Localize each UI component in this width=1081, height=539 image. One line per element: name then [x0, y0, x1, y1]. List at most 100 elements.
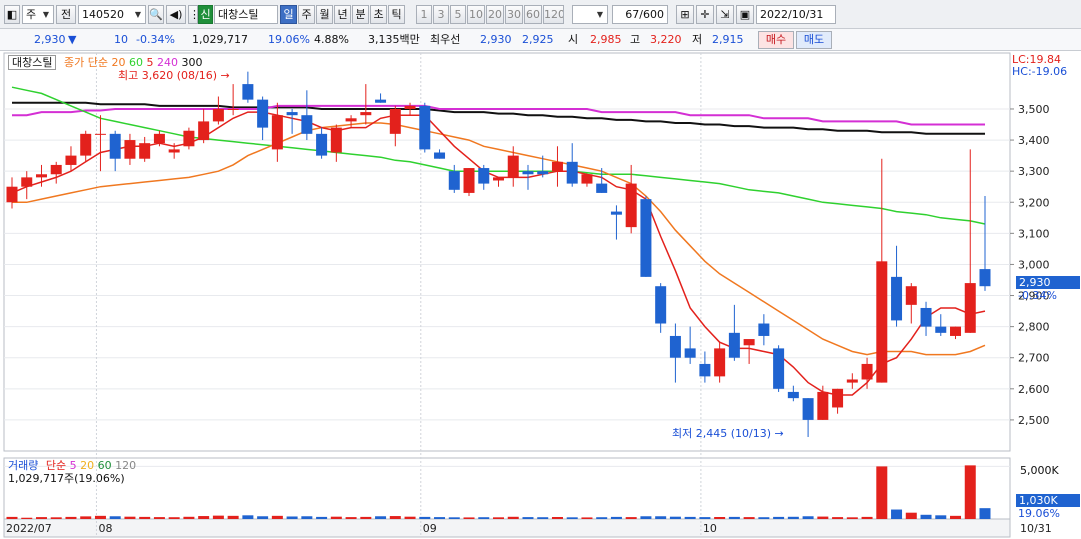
tab-2[interactable]: 월 [316, 5, 333, 24]
volume-bar [183, 516, 195, 519]
count-field[interactable]: 67/600 [612, 5, 668, 24]
quote-bar: 2,930 ▼ 10 -0.34% 1,029,717 19.06% 4.88%… [0, 29, 1081, 51]
tab-4[interactable]: 분 [352, 5, 369, 24]
candle-body [389, 108, 401, 134]
empty-select[interactable]: ▼ [572, 5, 608, 24]
tab-3[interactable]: 년 [334, 5, 351, 24]
stock-code-input[interactable]: 140520 ▼ [78, 5, 146, 24]
volume-bar [316, 516, 328, 519]
x-tick-label: 10 [703, 522, 717, 535]
interval-button-30[interactable]: 30 [505, 5, 523, 24]
volume-bar [212, 515, 224, 519]
tab-1[interactable]: 주 [298, 5, 315, 24]
candle-body [21, 177, 33, 187]
tab-6[interactable]: 틱 [388, 5, 405, 24]
prev-button[interactable]: 전 [56, 5, 76, 24]
candle-body [50, 164, 62, 175]
candle-body [684, 348, 696, 358]
tab-5[interactable]: 초 [370, 5, 387, 24]
interval-button-60[interactable]: 60 [524, 5, 542, 24]
interval-button-20[interactable]: 20 [486, 5, 504, 24]
volume-bar [905, 512, 917, 519]
candle-body [94, 133, 106, 135]
volume-bar [80, 516, 92, 519]
crosshair-icon[interactable]: ✛ [696, 5, 714, 24]
volume-bar [242, 515, 254, 519]
low-label: 저 [692, 33, 703, 46]
right-arrow-icon: → [220, 69, 230, 82]
scale-icon[interactable]: ⇲ [716, 5, 734, 24]
volume-bar [699, 517, 711, 519]
tab-0[interactable]: 일 [280, 5, 297, 24]
candle-body [950, 326, 962, 336]
volume-bar [714, 517, 726, 519]
candle-body [404, 105, 416, 109]
candle-body [625, 183, 637, 228]
candle-body [920, 307, 932, 327]
candle-body [448, 171, 460, 190]
credit-badge: 신 [198, 5, 213, 24]
volume-bar [846, 517, 858, 519]
candle-body [714, 348, 726, 377]
candle-body [861, 363, 873, 380]
date-field[interactable]: 2022/10/31 [756, 5, 836, 24]
sell-button[interactable]: 매도 [796, 31, 832, 49]
stock-chart[interactable]: 2,5002,6002,7002,8002,9003,0003,1003,200… [0, 51, 1081, 539]
candle-body [566, 161, 578, 184]
candle-body [198, 121, 210, 141]
current-rate-tag: -0.34% [1018, 289, 1057, 302]
volume-bar [832, 517, 844, 519]
period-select[interactable]: 주 ▼ [22, 5, 54, 24]
candle-body [493, 177, 504, 181]
volume-bar [375, 516, 387, 519]
y-tick-label: 3,500 [1018, 103, 1050, 116]
interval-button-1[interactable]: 1 [416, 5, 432, 24]
volume-bar [389, 516, 401, 519]
interval-button-120[interactable]: 120 [543, 5, 564, 24]
interval-button-5[interactable]: 5 [450, 5, 466, 24]
candle-body [139, 143, 151, 159]
x-tick-label: 10/31 [1020, 522, 1052, 535]
volume-bar [669, 516, 681, 519]
down-arrow-icon: ▼ [68, 33, 77, 46]
right-arrow-icon: → [774, 427, 784, 440]
volume-bar [478, 517, 490, 519]
candle-body [979, 269, 991, 287]
volume-value: 1,029,717 [192, 33, 248, 46]
search-icon[interactable]: 🔍 [148, 5, 164, 24]
candle-body [183, 130, 195, 147]
candle-body [846, 379, 858, 383]
stock-name-field: 대창스틸 [214, 5, 278, 24]
change-rate: -0.34% [136, 33, 175, 46]
chart-layout-icon[interactable]: ◧ [4, 5, 20, 24]
candle-body [316, 133, 328, 156]
volume-bar [655, 516, 667, 519]
current-price-tag: 2,930 [1016, 276, 1080, 289]
low-marker-label: 최저 2,445 (10/13) → [672, 425, 784, 441]
open-value: 2,985 [590, 33, 622, 46]
speaker-icon[interactable]: ◀) [166, 5, 186, 24]
volume-rate: 19.06% [268, 33, 310, 46]
open-label: 시 [568, 33, 579, 46]
candle-body [817, 391, 829, 420]
current-price: 2,930 [34, 33, 66, 46]
save-icon[interactable]: ▣ [736, 5, 754, 24]
volume-bar [434, 517, 446, 519]
buy-button[interactable]: 매수 [758, 31, 794, 49]
interval-button-3[interactable]: 3 [433, 5, 449, 24]
candle-body [463, 168, 475, 193]
candle-body [80, 133, 92, 156]
candle-body [271, 115, 283, 150]
volume-bar [566, 517, 578, 519]
high-marker-label: 최고 3,620 (08/16) → [118, 67, 230, 83]
expand-icon[interactable]: ⋮ [188, 5, 198, 24]
volume-bar [684, 516, 696, 519]
volume-bar [522, 517, 534, 519]
grid-icon[interactable]: ⊞ [676, 5, 694, 24]
volume-bar [581, 517, 593, 519]
interval-button-10[interactable]: 10 [467, 5, 485, 24]
volume-bar [65, 516, 77, 519]
y-tick-label: 2,800 [1018, 321, 1050, 334]
count-total: /600 [639, 8, 664, 21]
candle-body [212, 108, 224, 122]
